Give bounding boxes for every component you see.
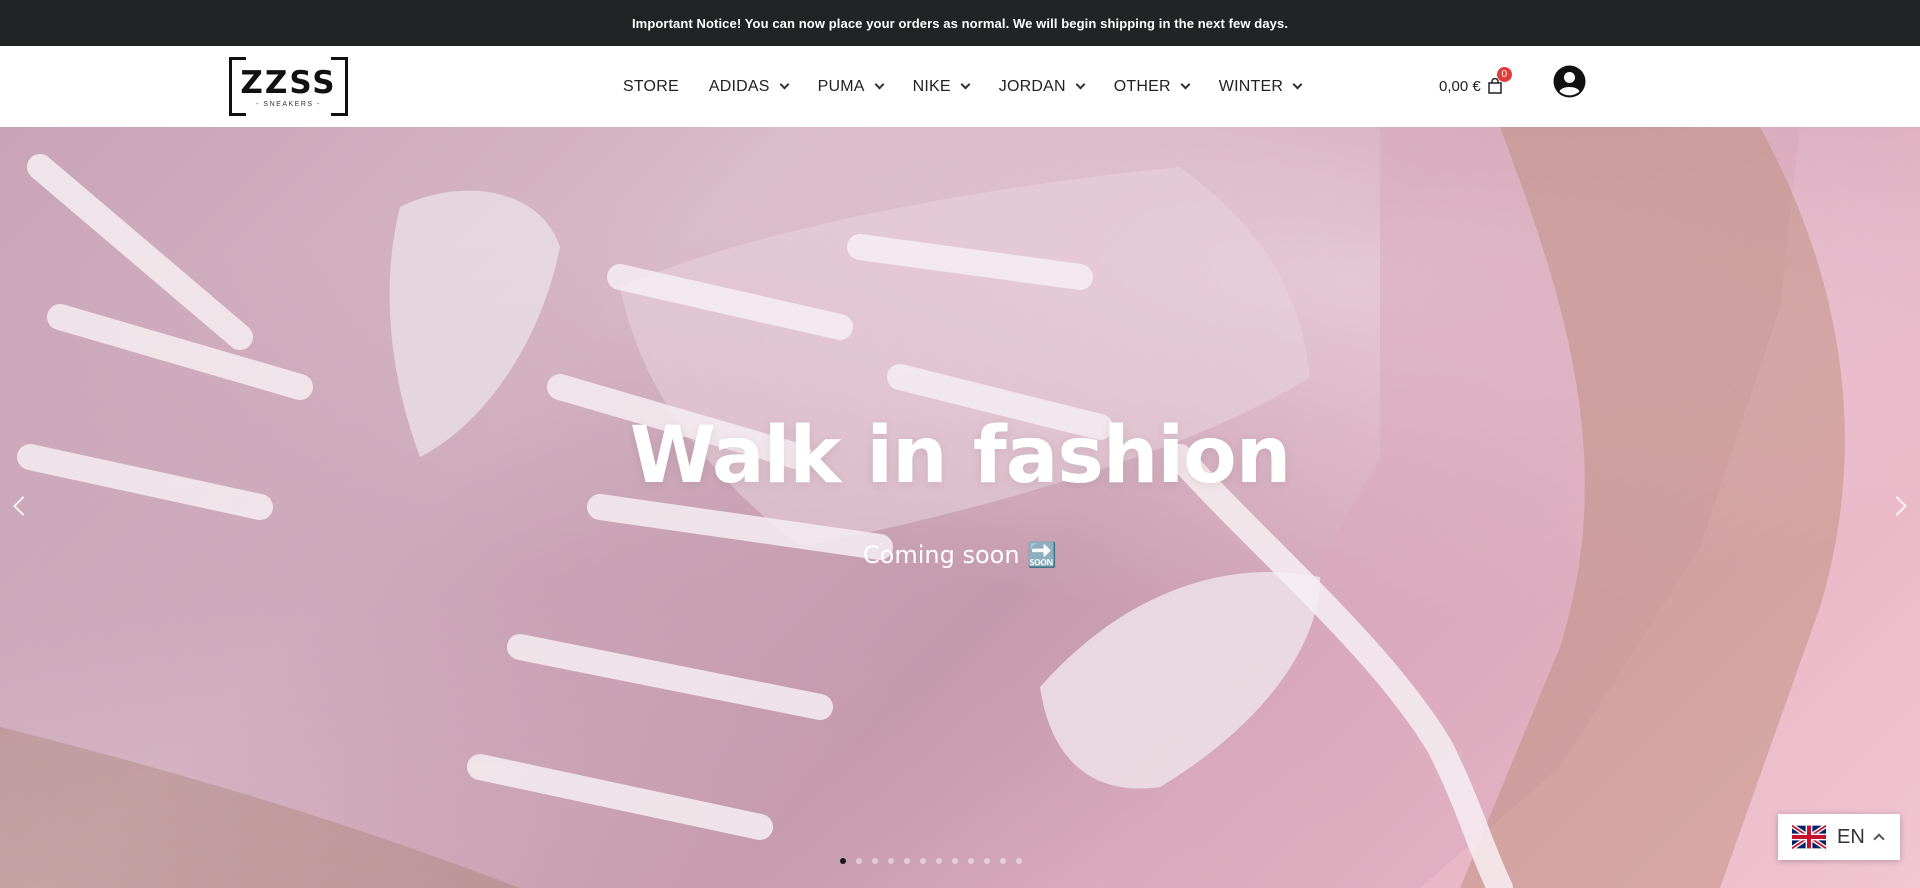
slider-dot[interactable] xyxy=(968,858,974,864)
chevron-left-icon xyxy=(13,496,33,516)
nav-item-label: WINTER xyxy=(1218,77,1284,95)
slider-dot[interactable] xyxy=(904,858,910,864)
nav-item-label: STORE xyxy=(623,77,679,95)
slider-dot[interactable] xyxy=(1016,858,1022,864)
hero-title: Walk in fashion xyxy=(629,411,1291,501)
slider-dot[interactable] xyxy=(984,858,990,864)
chevron-right-icon xyxy=(1887,496,1907,516)
cart-count-badge: 0 xyxy=(1496,67,1512,82)
nav-item-other[interactable]: OTHER xyxy=(1099,46,1204,127)
hero-slider: Walk in fashion Coming soon 🔜 xyxy=(0,127,1920,888)
cart-total: 0,00 € xyxy=(1439,77,1481,95)
slider-dot[interactable] xyxy=(936,858,942,864)
nav-item-label: JORDAN xyxy=(998,77,1066,95)
nav-item-nike[interactable]: NIKE xyxy=(898,46,984,127)
nav-item-label: OTHER xyxy=(1113,77,1171,95)
slider-pagination xyxy=(840,858,1022,866)
hero-subtitle: Coming soon 🔜 xyxy=(862,541,1058,569)
slider-dot[interactable] xyxy=(1000,858,1006,864)
nav-item-winter[interactable]: WINTER xyxy=(1204,46,1316,127)
notice-bar: Important Notice! You can now place your… xyxy=(0,0,1920,46)
account-button[interactable] xyxy=(1553,65,1586,98)
logo-wordmark: ZZSS xyxy=(240,64,337,101)
chevron-down-icon xyxy=(874,79,885,90)
slider-dot[interactable] xyxy=(888,858,894,864)
nav-item-store[interactable]: STORE xyxy=(623,46,694,127)
nav-item-jordan[interactable]: JORDAN xyxy=(984,46,1099,127)
uk-flag-icon xyxy=(1792,825,1826,849)
slider-dot[interactable] xyxy=(920,858,926,864)
slider-dot[interactable] xyxy=(952,858,958,864)
site-header: ZZSS - SNEAKERS - STORE ADIDAS PUMA NIKE… xyxy=(0,46,1920,127)
nav-item-label: NIKE xyxy=(912,77,951,95)
user-circle-icon xyxy=(1553,65,1586,98)
shopping-bag-icon: 0 xyxy=(1487,67,1512,94)
slider-next-button[interactable] xyxy=(1882,491,1912,521)
nav-item-puma[interactable]: PUMA xyxy=(803,46,898,127)
nav-item-adidas[interactable]: ADIDAS xyxy=(694,46,803,127)
chevron-down-icon xyxy=(1180,79,1191,90)
language-switcher[interactable]: EN xyxy=(1778,814,1900,860)
slider-dot[interactable] xyxy=(840,858,846,864)
language-label: EN xyxy=(1837,825,1865,848)
main-nav: STORE ADIDAS PUMA NIKE JORDAN OTHER WINT… xyxy=(623,46,1316,127)
slider-dot[interactable] xyxy=(856,858,862,864)
sneaker-photo xyxy=(0,127,1845,888)
chevron-up-icon xyxy=(1873,833,1885,845)
cart-button[interactable]: 0,00 € 0 xyxy=(1439,67,1512,98)
notice-text: Important Notice! You can now place your… xyxy=(631,15,1289,31)
slider-dot[interactable] xyxy=(872,858,878,864)
nav-item-label: PUMA xyxy=(817,77,865,95)
chevron-down-icon xyxy=(1075,79,1086,90)
chevron-down-icon xyxy=(779,79,790,90)
logo-tagline: - SNEAKERS - xyxy=(256,100,321,108)
chevron-down-icon xyxy=(1292,79,1303,90)
site-logo[interactable]: ZZSS - SNEAKERS - xyxy=(229,57,348,116)
chevron-down-icon xyxy=(960,79,971,90)
nav-item-label: ADIDAS xyxy=(708,77,770,95)
slider-prev-button[interactable] xyxy=(8,491,38,521)
